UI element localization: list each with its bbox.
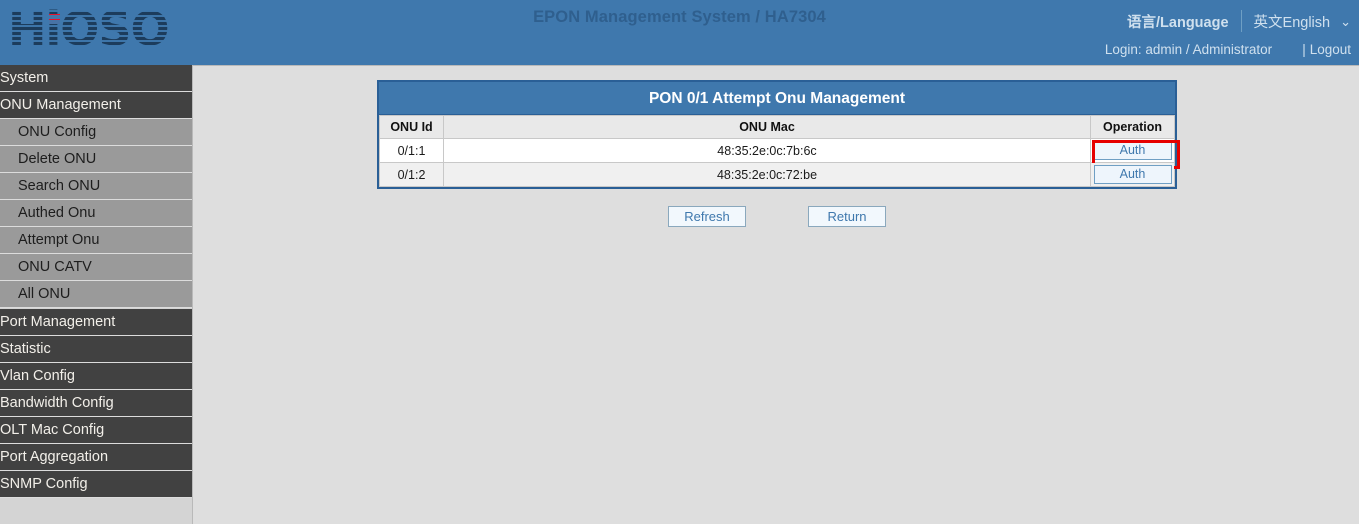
sidebar-item-all-onu[interactable]: All ONU	[0, 281, 192, 308]
logout-link[interactable]: Logout	[1310, 42, 1351, 57]
sidebar-item-bandwidth-config[interactable]: Bandwidth Config	[0, 390, 192, 417]
login-user-text: Login: admin / Administrator	[1105, 42, 1302, 57]
cell-onu-id: 0/1:2	[380, 163, 444, 187]
language-label: 语言/Language	[1127, 11, 1241, 32]
sidebar-item-onu-management[interactable]: ONU Management	[0, 92, 192, 119]
column-header-onu-mac: ONU Mac	[444, 116, 1091, 139]
table-row: 0/1:1 48:35:2e:0c:7b:6c Auth	[380, 139, 1175, 163]
sidebar-item-authed-onu[interactable]: Authed Onu	[0, 200, 192, 227]
logout-separator: |	[1302, 42, 1310, 57]
sidebar-item-label: System	[0, 70, 48, 86]
language-select[interactable]: 英文English ⌄	[1242, 11, 1351, 32]
chevron-down-icon: ⌄	[1340, 15, 1351, 28]
sidebar-item-delete-onu[interactable]: Delete ONU	[0, 146, 192, 173]
sidebar-item-label: Port Aggregation	[0, 449, 108, 465]
sidebar-item-system[interactable]: System	[0, 65, 192, 92]
sidebar-item-label: Attempt Onu	[18, 232, 99, 248]
sidebar-item-label: Port Management	[0, 314, 115, 330]
sidebar-item-label: All ONU	[18, 286, 70, 302]
sidebar-item-label: ONU CATV	[18, 259, 92, 275]
sidebar-item-label: ONU Config	[18, 124, 96, 140]
sidebar-item-search-onu[interactable]: Search ONU	[0, 173, 192, 200]
language-select-value: 英文English	[1254, 11, 1331, 32]
sidebar-item-label: SNMP Config	[0, 476, 88, 492]
sidebar-item-label: OLT Mac Config	[0, 422, 104, 438]
cell-operation: Auth	[1091, 163, 1175, 187]
table-row: 0/1:2 48:35:2e:0c:72:be Auth	[380, 163, 1175, 187]
cell-operation: Auth	[1091, 139, 1175, 163]
panel-title: PON 0/1 Attempt Onu Management	[379, 82, 1175, 115]
app-header: HiOSO EPON Management System / HA7304 语言…	[0, 0, 1359, 65]
sidebar-item-attempt-onu[interactable]: Attempt Onu	[0, 227, 192, 254]
sidebar-item-olt-mac-config[interactable]: OLT Mac Config	[0, 417, 192, 444]
auth-button[interactable]: Auth	[1094, 141, 1172, 160]
sidebar-item-label: Authed Onu	[18, 205, 95, 221]
form-button-row: Refresh Return	[377, 206, 1177, 227]
login-info-row: Login: admin / Administrator | Logout	[1105, 42, 1351, 57]
sidebar-item-onu-catv[interactable]: ONU CATV	[0, 254, 192, 281]
attempt-onu-panel: PON 0/1 Attempt Onu Management ONU Id ON…	[377, 80, 1177, 189]
sidebar-item-port-management[interactable]: Port Management	[0, 309, 192, 336]
sidebar-item-label: Vlan Config	[0, 368, 75, 384]
sidebar-item-label: Statistic	[0, 341, 51, 357]
sidebar-item-vlan-config[interactable]: Vlan Config	[0, 363, 192, 390]
cell-onu-id: 0/1:1	[380, 139, 444, 163]
auth-button[interactable]: Auth	[1094, 165, 1172, 184]
refresh-button[interactable]: Refresh	[668, 206, 746, 227]
column-header-onu-id: ONU Id	[380, 116, 444, 139]
table-body: 0/1:1 48:35:2e:0c:7b:6c Auth 0/1:2 48:35…	[380, 139, 1175, 187]
page-root: HiOSO EPON Management System / HA7304 语言…	[0, 0, 1359, 524]
column-header-operation: Operation	[1091, 116, 1175, 139]
table-header: ONU Id ONU Mac Operation	[380, 116, 1175, 139]
sidebar-item-statistic[interactable]: Statistic	[0, 336, 192, 363]
cell-onu-mac: 48:35:2e:0c:72:be	[444, 163, 1091, 187]
attempt-onu-table: ONU Id ONU Mac Operation 0/1:1 48:35:2e:…	[379, 115, 1175, 187]
sidebar-item-label: ONU Management	[0, 97, 121, 113]
sidebar-item-label: Delete ONU	[18, 151, 96, 167]
table-header-row: ONU Id ONU Mac Operation	[380, 116, 1175, 139]
main-content: PON 0/1 Attempt Onu Management ONU Id ON…	[192, 65, 1359, 524]
sidebar-item-label: Search ONU	[18, 178, 100, 194]
language-area: 语言/Language 英文English ⌄	[1127, 9, 1351, 33]
sidebar-item-snmp-config[interactable]: SNMP Config	[0, 471, 192, 498]
cell-onu-mac: 48:35:2e:0c:7b:6c	[444, 139, 1091, 163]
sidebar-item-port-aggregation[interactable]: Port Aggregation	[0, 444, 192, 471]
sidebar-nav: System ONU Management ONU Config Delete …	[0, 65, 192, 524]
return-button[interactable]: Return	[808, 206, 886, 227]
sidebar-item-onu-config[interactable]: ONU Config	[0, 119, 192, 146]
sidebar-item-label: Bandwidth Config	[0, 395, 114, 411]
